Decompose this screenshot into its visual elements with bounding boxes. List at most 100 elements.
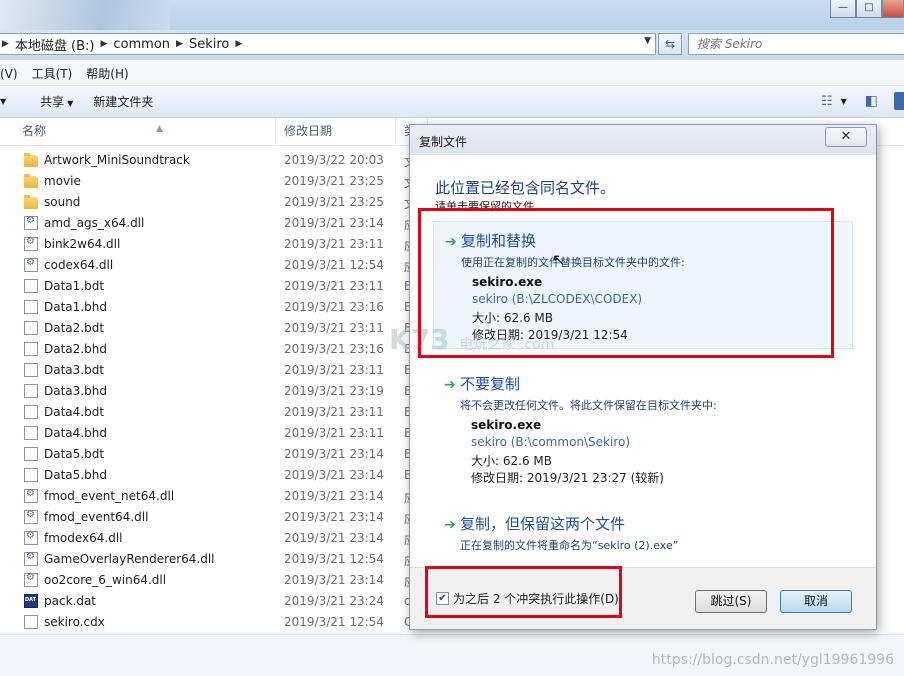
dialog-body: 此位置已经包含同名文件。 请单击要保留的文件 ➔ 复制和替换 使用正在复制的文件… [410, 155, 876, 567]
minimize-button[interactable]: — [830, 0, 856, 18]
breadcrumb-drive[interactable]: 本地磁盘 (B:) [11, 35, 99, 54]
file-date: 2019/3/21 23:14 [284, 468, 384, 482]
option-title: 不要复制 [460, 375, 521, 393]
file-row[interactable]: Data1.bhd2019/3/21 23:16B [0, 297, 420, 318]
preview-pane-icon[interactable]: ◧ [865, 93, 878, 109]
file-name: fmod_event_net64.dll [44, 489, 175, 503]
apply-to-all-checkbox[interactable]: ✔ 为之后 2 个冲突执行此操作(D) [436, 590, 619, 607]
file-date: 2019/3/21 23:11 [284, 426, 384, 440]
option-description: 正在复制的文件将重命名为“sekiro (2).exe” [460, 539, 679, 552]
file-row[interactable]: Data4.bdt2019/3/21 23:11B [0, 402, 420, 423]
file-row[interactable]: codex64.dll2019/3/21 12:54应 [0, 255, 420, 276]
sort-ascending-icon: ▲ [156, 124, 163, 134]
file-row[interactable]: Data2.bhd2019/3/21 23:16B [0, 339, 420, 360]
option-copy-keep-both[interactable]: ➔ 复制，但保留这两个文件 正在复制的文件将重命名为“sekiro (2).ex… [433, 505, 853, 555]
file-date: 2019/3/21 23:25 [284, 174, 384, 188]
file-row[interactable]: bink2w64.dll2019/3/21 23:11应 [0, 234, 420, 255]
file-row[interactable]: Data4.bhd2019/3/21 23:11B [0, 423, 420, 444]
option-file-name: sekiro.exe [472, 275, 543, 289]
file-name: Artwork_MiniSoundtrack [44, 153, 190, 167]
file-row[interactable]: Data1.bdt2019/3/21 23:11B [0, 276, 420, 297]
breadcrumb-arrow-icon: ▶ [235, 39, 243, 49]
skip-button[interactable]: 跳过(S) [695, 590, 767, 613]
file-name: codex64.dll [44, 258, 114, 272]
blog-watermark: https://blog.csdn.net/ygl19961996 [651, 652, 894, 668]
file-row[interactable]: Artwork_MiniSoundtrack2019/3/22 20:03文 [0, 150, 420, 171]
chevron-down-icon[interactable]: ▼ [0, 97, 6, 106]
file-name: Data3.bhd [44, 384, 107, 398]
status-bar: https://blog.csdn.net/ygl19961996 [0, 634, 904, 676]
address-bar[interactable]: ▶ 本地磁盘 (B:) ▶ common ▶ Sekiro ▶ ▼ [0, 33, 656, 55]
file-row[interactable]: fmod_event_net64.dll2019/3/21 23:14应 [0, 486, 420, 507]
file-name: Data2.bdt [44, 321, 105, 335]
file-icon [24, 615, 38, 629]
column-name[interactable]: 名称 ▲ [16, 118, 276, 146]
folder-icon [24, 174, 38, 188]
file-row[interactable]: pack.dat2019/3/21 23:24d [0, 591, 420, 612]
dialog-close-button[interactable]: ✕ [825, 127, 867, 147]
file-date: 2019/3/21 23:16 [284, 300, 384, 314]
chevron-down-icon[interactable]: ▼ [841, 97, 847, 106]
file-name: GameOverlayRenderer64.dll [44, 552, 215, 566]
breadcrumb-arrow-icon: ▶ [176, 39, 183, 49]
file-date: 2019/3/22 20:03 [284, 153, 384, 167]
dialog-title: 复制文件 [419, 135, 468, 149]
file-date: 2019/3/21 23:14 [284, 216, 384, 230]
file-name: Data3.bdt [44, 363, 105, 377]
file-row[interactable]: amd_ags_x64.dll2019/3/21 23:14应 [0, 213, 420, 234]
folder-icon [24, 195, 38, 209]
breadcrumb-common[interactable]: common [109, 37, 174, 52]
file-icon [24, 447, 38, 461]
new-folder-button[interactable]: 新建文件夹 [83, 93, 163, 110]
file-name: Data1.bdt [44, 279, 105, 293]
file-row[interactable]: Data3.bdt2019/3/21 23:11B [0, 360, 420, 381]
help-icon[interactable] [894, 92, 904, 110]
view-controls: ☷ ▼ ◧ [821, 92, 904, 110]
menu-help[interactable]: 帮助(H) [79, 65, 135, 82]
breadcrumb-sekiro[interactable]: Sekiro [185, 37, 233, 52]
share-button[interactable]: 共享 ▼ [30, 93, 83, 110]
file-date: 2019/3/21 12:54 [284, 258, 384, 272]
menu-view[interactable]: (V) [0, 67, 25, 81]
dll-file-icon [24, 509, 38, 524]
option-dont-copy[interactable]: ➔ 不要复制 将不会更改任何文件。将此文件保留在目标文件夹中: sekiro.e… [433, 365, 853, 493]
file-row[interactable]: Data5.bdt2019/3/21 23:14B [0, 444, 420, 465]
dll-file-icon [24, 236, 38, 251]
search-box[interactable] [688, 33, 904, 55]
column-date[interactable]: 修改日期 [278, 118, 396, 146]
file-row[interactable]: Data5.bhd2019/3/21 23:14B [0, 465, 420, 486]
file-row[interactable]: GameOverlayRenderer64.dll 2019/3/21 12:54… [0, 549, 420, 570]
option-file-size: 大小: 62.6 MB [471, 454, 552, 468]
file-row[interactable]: Data3.bhd2019/3/21 23:19B [0, 381, 420, 402]
file-date: 2019/3/21 23:14 [284, 531, 384, 545]
file-date: 2019/3/21 23:25 [284, 195, 384, 209]
file-date: 2019/3/21 23:16 [284, 342, 384, 356]
refresh-button[interactable]: ⇆ [658, 33, 682, 55]
maximize-button[interactable]: □ [856, 0, 882, 18]
file-row[interactable]: fmodex64.dll2019/3/21 23:14应 [0, 528, 420, 549]
file-row[interactable]: fmod_event64.dll2019/3/21 23:14应 [0, 507, 420, 528]
address-row: ▶ 本地磁盘 (B:) ▶ common ▶ Sekiro ▶ ▼ ⇆ [0, 30, 904, 60]
file-name: fmodex64.dll [44, 531, 123, 545]
file-row[interactable]: movie2019/3/21 23:25文 [0, 171, 420, 192]
arrow-right-icon: ➔ [444, 377, 456, 393]
file-row[interactable]: oo2core_6_win64.dll2019/3/21 23:14应 [0, 570, 420, 591]
close-window-button[interactable] [882, 0, 904, 18]
dll-file-icon [24, 257, 38, 272]
menu-tools[interactable]: 工具(T) [25, 65, 80, 82]
checkbox-checked-icon[interactable]: ✔ [436, 592, 449, 605]
cancel-button[interactable]: 取消 [780, 590, 852, 613]
chevron-down-icon[interactable]: ▼ [644, 36, 651, 46]
desktop-wallpaper-strip [0, 0, 170, 30]
file-row[interactable]: sekiro.cdx2019/3/21 12:54C [0, 612, 420, 633]
search-input[interactable] [695, 36, 885, 52]
dll-file-icon [24, 551, 38, 566]
view-mode-icon[interactable]: ☷ [821, 94, 833, 109]
file-name: pack.dat [44, 594, 97, 608]
option-file-name: sekiro.exe [471, 418, 542, 432]
file-row[interactable]: Data2.bdt2019/3/21 23:11B [0, 318, 420, 339]
file-name: amd_ags_x64.dll [44, 216, 145, 230]
file-date: 2019/3/21 23:11 [284, 237, 384, 251]
breadcrumb-arrow-icon: ▶ [100, 39, 108, 49]
file-row[interactable]: sound2019/3/21 23:25文 [0, 192, 420, 213]
